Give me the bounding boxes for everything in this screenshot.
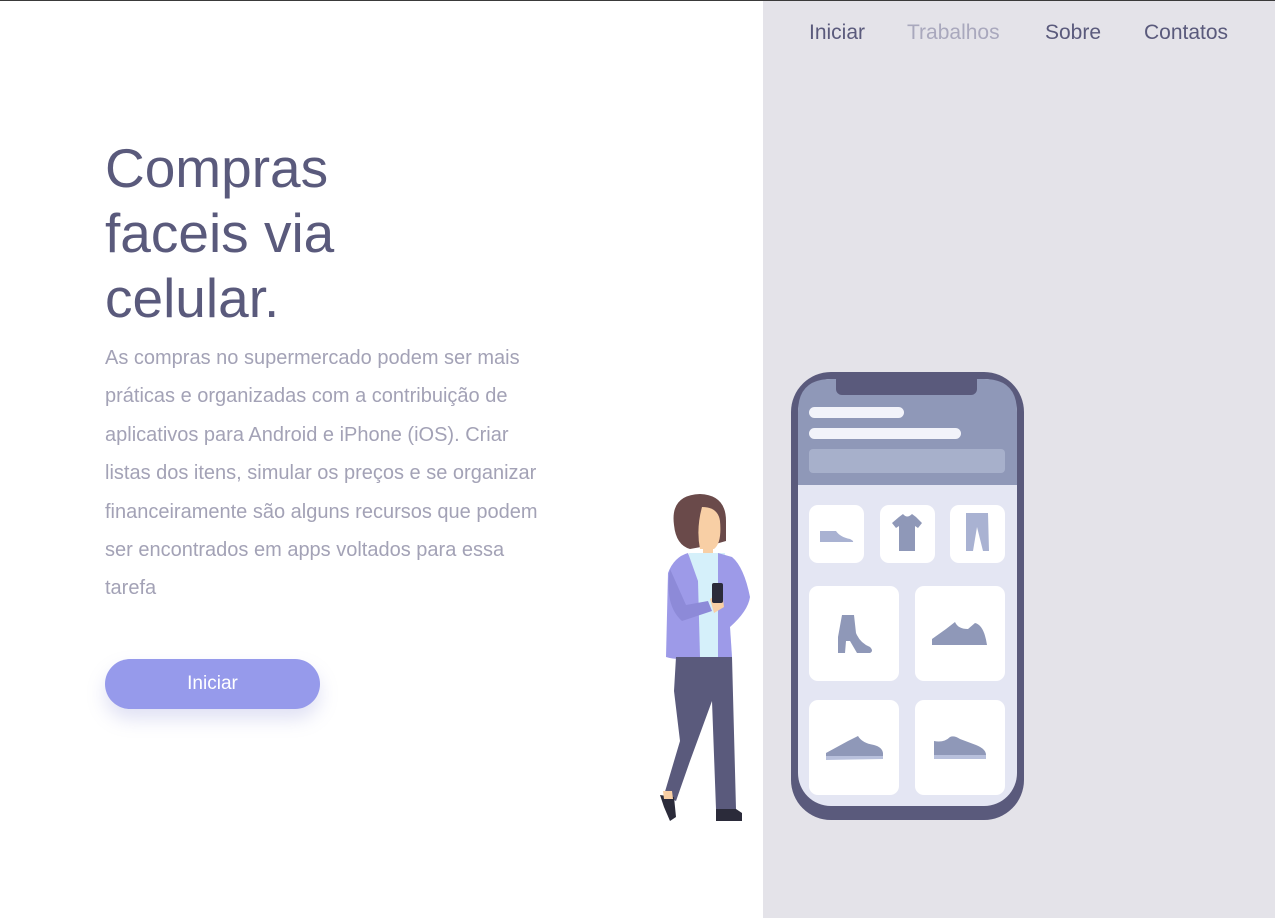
shopping-illustration xyxy=(660,372,1024,821)
nav-item-contatos[interactable]: Contatos xyxy=(1144,20,1228,46)
hero-title: Compras faceis via celular. xyxy=(105,137,335,329)
nav-item-iniciar[interactable]: Iniciar xyxy=(809,20,865,46)
main-nav: Iniciar Trabalhos Sobre Contatos xyxy=(0,20,1275,50)
hero-description: As compras no supermercado podem ser mai… xyxy=(105,347,538,600)
phone-illustration xyxy=(791,372,1024,820)
start-button[interactable]: Iniciar xyxy=(105,659,320,709)
nav-item-sobre[interactable]: Sobre xyxy=(1045,20,1101,46)
woman-illustration xyxy=(660,494,750,821)
nav-item-trabalhos[interactable]: Trabalhos xyxy=(907,20,1000,46)
